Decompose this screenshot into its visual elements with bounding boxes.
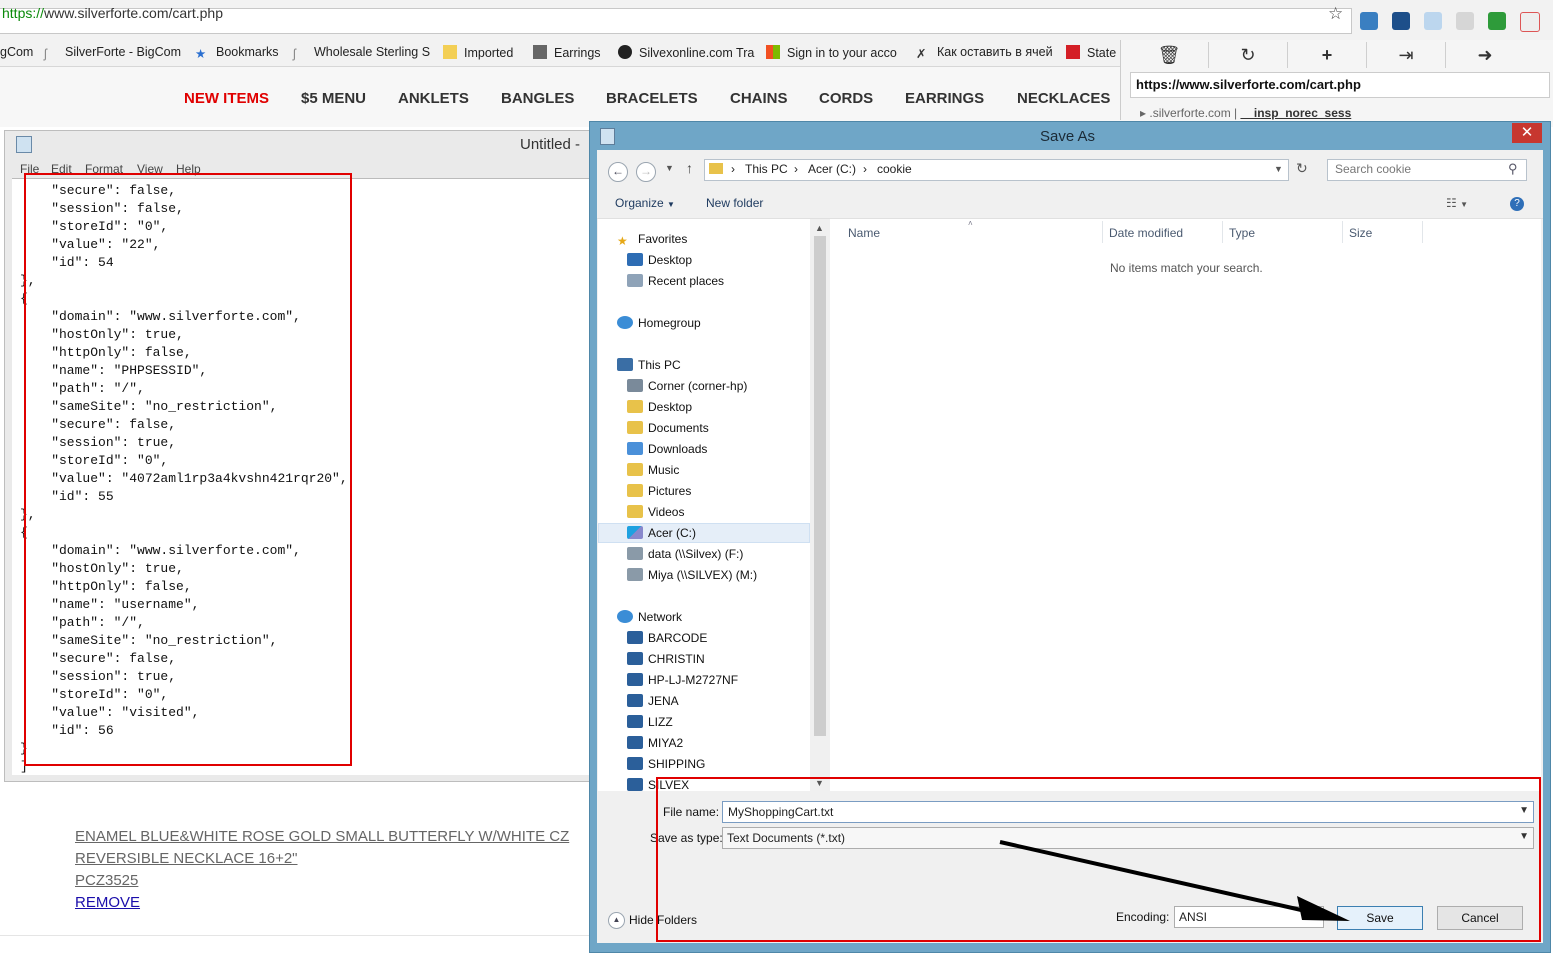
annotation-arrow: [999, 840, 1350, 921]
arrow-shaft: [999, 840, 1311, 914]
arrow-head: [1297, 896, 1350, 921]
